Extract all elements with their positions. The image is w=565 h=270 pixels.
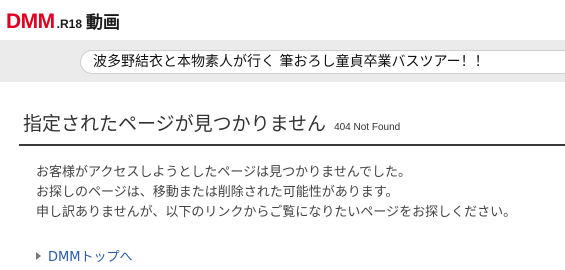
message-line-1: お客様がアクセスしようとしたページは見つかりませんでした。 (36, 165, 412, 180)
section-label: 動画 (86, 13, 121, 33)
dmm-top-link[interactable]: DMMトップへ (36, 246, 132, 265)
triangle-right-icon (36, 251, 41, 260)
status-code: 404 Not Found (334, 122, 401, 133)
promo-banner[interactable]: 波多野結衣と本物素人が行く 筆おろし童貞卒業バスツアー！！ (80, 50, 565, 74)
message-line-2: お探しのページは、移動または削除された可能性があります。 (36, 185, 399, 200)
message-line-3: 申し訳ありませんが、以下のリンクからご覧になりたいページをお探しください。 (36, 205, 517, 220)
site-header: DMM .R18 動画 (0, 0, 565, 40)
logo-dmm-text: DMM (6, 10, 55, 33)
title-row: 指定されたページが見つかりません 404 Not Found (23, 109, 400, 136)
logo-r18-text: .R18 (56, 17, 83, 31)
error-message: お客様がアクセスしようとしたページは見つかりませんでした。 お探しのページは、移… (36, 163, 516, 223)
title-divider (19, 144, 565, 146)
page-title: 指定されたページが見つかりません (23, 113, 327, 135)
dmm-top-link-label: DMMトップへ (48, 250, 133, 265)
dmm-r18-logo[interactable]: DMM .R18 動画 (6, 8, 121, 34)
